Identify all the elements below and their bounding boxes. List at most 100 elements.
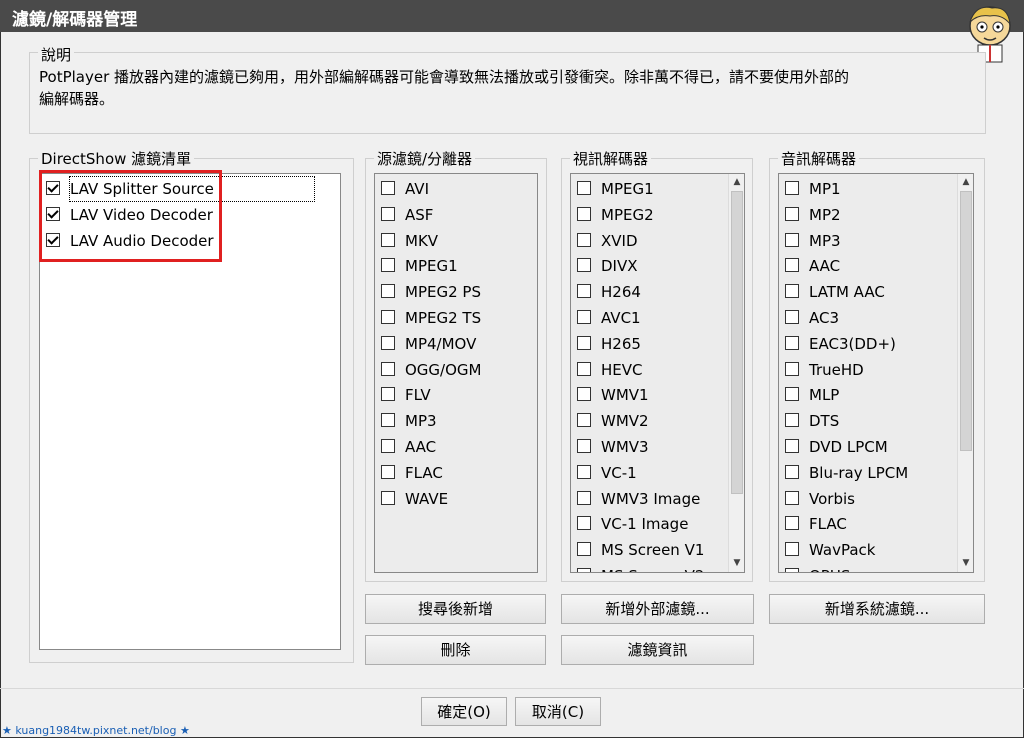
audio-list-scrollbar[interactable]: ▲ ▼: [957, 174, 973, 572]
list-item-label: MS Screen V2: [601, 564, 704, 572]
checkbox[interactable]: [577, 258, 591, 273]
list-item-label: WMV1: [601, 386, 649, 405]
list-item-label: Vorbis: [809, 489, 855, 508]
list-item-label: EAC3(DD+): [809, 334, 896, 353]
source-filters-list[interactable]: AVI ASF MKV MPEG1 MPEG2 PS MPEG2 TS MP4/MOV OGG…: [374, 173, 538, 573]
checkbox[interactable]: [785, 232, 799, 247]
checkbox[interactable]: [381, 284, 395, 299]
highlight-box: [39, 170, 222, 262]
checkbox[interactable]: [785, 284, 799, 299]
list-item-label: MP2: [809, 205, 841, 224]
list-item-label: AVC1: [601, 309, 641, 327]
checkbox[interactable]: [381, 464, 395, 479]
list-item-label: MP3: [809, 231, 841, 250]
checkbox[interactable]: [785, 490, 799, 505]
checkbox[interactable]: [785, 387, 799, 402]
checkbox[interactable]: [577, 464, 591, 479]
checkbox[interactable]: [785, 516, 799, 531]
scroll-down-icon[interactable]: ▼: [959, 556, 973, 570]
checkbox[interactable]: [577, 181, 591, 195]
list-item-label: FLAC: [405, 463, 443, 482]
list-item-label: TrueHD: [809, 360, 864, 379]
checkbox[interactable]: [577, 516, 591, 531]
list-item-label: VC-1 Image: [601, 515, 689, 534]
description-group: [29, 52, 986, 134]
checkbox[interactable]: [381, 181, 395, 195]
add-external-filter-button[interactable]: 新增外部濾鏡...: [561, 594, 754, 624]
checkbox[interactable]: [785, 181, 799, 195]
checkbox[interactable]: [785, 542, 799, 557]
list-item-label: MPEG2: [601, 205, 654, 224]
list-item-label: AVI: [405, 180, 429, 198]
list-item-label: MPEG1: [601, 180, 654, 198]
checkbox[interactable]: [577, 361, 591, 376]
checkbox[interactable]: [381, 310, 395, 324]
video-decoders-list[interactable]: MPEG1 MPEG2 XVID DIVX H264 AVC1 H265 HEVC WMV1 WM…: [570, 173, 745, 573]
checkbox[interactable]: [577, 232, 591, 247]
checkbox[interactable]: [785, 361, 799, 376]
checkbox[interactable]: [785, 413, 799, 428]
checkbox[interactable]: [785, 464, 799, 479]
video-list-scrollbar[interactable]: ▲ ▼: [728, 174, 744, 572]
checkbox[interactable]: [381, 490, 395, 505]
audio-decoders-list[interactable]: MP1 MP2 MP3 AAC LATM AAC AC3 EAC3(DD+) TrueHD ML…: [778, 173, 974, 573]
checkbox[interactable]: [785, 335, 799, 350]
checkbox[interactable]: [381, 439, 395, 453]
scroll-up-icon[interactable]: ▲: [959, 175, 973, 189]
scroll-thumb[interactable]: [960, 191, 972, 451]
search-add-button[interactable]: 搜尋後新增: [365, 594, 546, 624]
checkbox[interactable]: [381, 335, 395, 350]
list-item-label: MS Screen V1: [601, 541, 705, 560]
delete-button[interactable]: 刪除: [365, 635, 546, 665]
directshow-legend: DirectShow 濾鏡清單: [38, 148, 195, 169]
checkbox[interactable]: [785, 310, 799, 324]
checkbox[interactable]: [785, 258, 799, 273]
list-item-label: AAC: [405, 438, 437, 456]
cancel-button[interactable]: 取消(C): [515, 697, 601, 726]
list-item-label: MKV: [405, 231, 439, 250]
window-title: 濾鏡/解碼器管理: [12, 10, 138, 30]
checkbox[interactable]: [785, 439, 799, 453]
list-item-label: FLAC: [809, 515, 847, 534]
checkbox[interactable]: [577, 568, 591, 572]
scroll-up-icon[interactable]: ▲: [730, 175, 744, 189]
checkbox[interactable]: [381, 232, 395, 247]
scroll-thumb[interactable]: [731, 191, 743, 494]
list-item-label: AC3: [809, 309, 840, 327]
ok-button[interactable]: 確定(O): [421, 697, 507, 726]
description-text-line2: 編解碼器。: [39, 90, 115, 108]
video-decoders-legend: 視訊解碼器: [570, 148, 652, 169]
list-item-label: MLP: [809, 386, 840, 405]
checkbox[interactable]: [381, 361, 395, 376]
title-bar: 濾鏡/解碼器管理: [0, 0, 1024, 32]
checkbox[interactable]: [381, 206, 395, 221]
watermark: ★ kuang1984tw.pixnet.net/blog ★: [2, 724, 190, 737]
checkbox[interactable]: [577, 490, 591, 505]
list-item-label: XVID: [601, 231, 638, 250]
checkbox[interactable]: [577, 542, 591, 557]
checkbox[interactable]: [381, 413, 395, 428]
checkbox[interactable]: [577, 413, 591, 428]
scroll-down-icon[interactable]: ▼: [730, 556, 744, 570]
filter-info-button[interactable]: 濾鏡資訊: [561, 635, 754, 665]
checkbox[interactable]: [577, 439, 591, 453]
checkbox[interactable]: [577, 206, 591, 221]
audio-decoders-legend: 音訊解碼器: [778, 148, 860, 169]
checkbox[interactable]: [577, 310, 591, 324]
checkbox[interactable]: [577, 387, 591, 402]
checkbox[interactable]: [381, 258, 395, 273]
list-item-label: DVD LPCM: [809, 438, 888, 456]
checkbox[interactable]: [785, 206, 799, 221]
checkbox[interactable]: [577, 335, 591, 350]
list-item-label: DIVX: [601, 257, 638, 276]
list-item-label: Blu-ray LPCM: [809, 463, 909, 482]
checkbox[interactable]: [785, 568, 799, 572]
checkbox[interactable]: [381, 387, 395, 402]
add-system-filter-button[interactable]: 新增系統濾鏡...: [769, 594, 985, 624]
checkbox[interactable]: [577, 284, 591, 299]
list-item-label: WAVE: [405, 489, 449, 508]
list-item-label: AAC: [809, 257, 841, 276]
list-item-label: MP1: [809, 180, 841, 198]
source-filters-legend: 源濾鏡/分離器: [374, 148, 476, 169]
footer-separator: [0, 688, 1024, 689]
